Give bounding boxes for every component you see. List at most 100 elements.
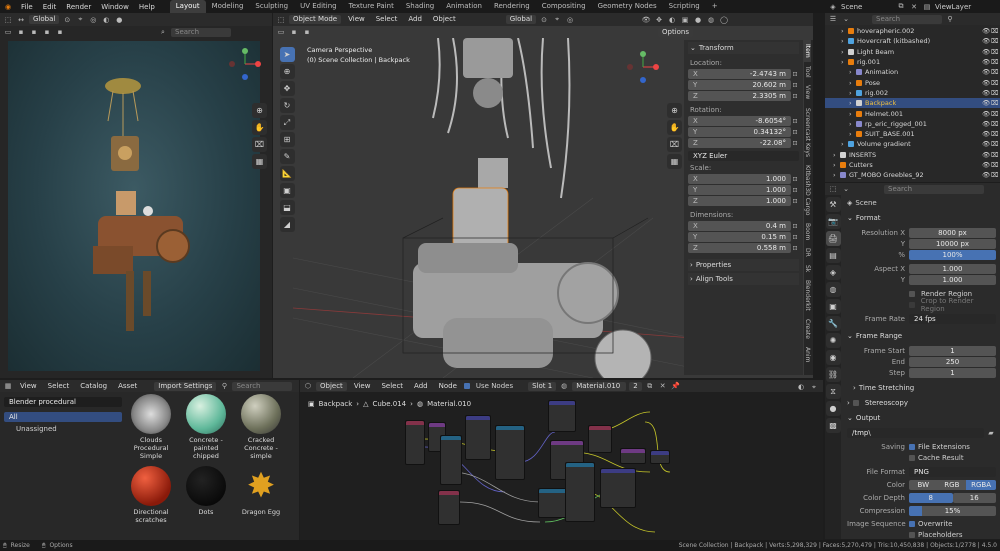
outliner-search-input[interactable]: Search (872, 14, 942, 24)
n-panel-tab[interactable]: Boom (804, 219, 811, 244)
camera-icon[interactable]: ⌧ (667, 137, 682, 152)
physics-tab-icon[interactable]: ◉ (825, 350, 841, 365)
visibility-icon[interactable]: 👁 (982, 58, 991, 66)
visibility-icon[interactable]: 👁 (982, 130, 991, 138)
tab-rendering[interactable]: Rendering (488, 0, 536, 13)
resolution-pct-field[interactable]: 100% (909, 249, 996, 260)
overlay-icon[interactable]: ◐ (667, 15, 677, 25)
dimensions-x-field[interactable]: X 0.4 m (688, 221, 791, 231)
shader-node[interactable] (650, 450, 670, 464)
snap-icon[interactable]: ⌖ (552, 15, 562, 25)
gizmo-icon[interactable]: ✥ (654, 15, 664, 25)
visibility-icon[interactable]: 👁 (982, 120, 991, 128)
tab-compositing[interactable]: Compositing (536, 0, 592, 13)
lock-icon[interactable]: ⊡ (791, 116, 799, 126)
asset-card[interactable]: Dots (181, 466, 231, 524)
snap-icon[interactable]: ⌖ (75, 15, 85, 25)
location-y-field[interactable]: Y 20.602 m (688, 80, 791, 90)
camera-icon[interactable]: ⌧ (991, 151, 1000, 159)
menu-add[interactable]: Add (404, 15, 426, 24)
solid-shading-icon[interactable]: ● (693, 15, 703, 25)
rotation-x-field[interactable]: X -8.6054° (688, 116, 791, 126)
camera-icon[interactable]: ⌧ (991, 37, 1000, 45)
lock-icon[interactable]: ⊡ (791, 196, 799, 206)
catalog-all[interactable]: All (4, 412, 122, 422)
asset-card[interactable]: Concrete - painted chipped (181, 394, 231, 460)
resolution-y-field[interactable]: 10000 px (909, 238, 996, 249)
frame-step-field[interactable]: 1 (909, 367, 996, 378)
n-panel-tab[interactable]: Screencast Keys (804, 104, 811, 161)
scale-x-field[interactable]: X 1.000 (688, 174, 791, 184)
pin-icon[interactable]: 📌 (671, 381, 681, 391)
output-tab-icon[interactable]: 🖨 (825, 231, 841, 246)
asset-card[interactable]: Clouds Procedural Simple (126, 394, 176, 460)
outliner-item[interactable]: › Animation 👁 ⌧ (825, 67, 1000, 77)
stereoscopy-header[interactable]: › Stereoscopy (847, 397, 996, 409)
filter-icon[interactable]: ⚲ (219, 381, 229, 391)
visibility-icon[interactable]: 👁 (982, 151, 991, 159)
outliner-item[interactable]: › INSERTS 👁 ⌧ (825, 150, 1000, 160)
file-format-dropdown[interactable]: PNG (909, 466, 996, 477)
lock-icon[interactable]: ⊡ (791, 138, 799, 148)
slot-dropdown[interactable]: Slot 1 (528, 381, 557, 391)
mode-icon[interactable]: ▪ (42, 27, 52, 37)
viewlayer-name[interactable]: ViewLayer (935, 3, 971, 11)
options-button[interactable]: Options (658, 27, 694, 37)
chevron-right-icon[interactable]: › (833, 161, 840, 169)
properties-search-input[interactable]: Search (884, 184, 984, 194)
frame-end-field[interactable]: 250 (909, 356, 996, 367)
lock-icon[interactable]: ⊡ (791, 185, 799, 195)
chevron-right-icon[interactable]: › (849, 99, 856, 107)
depth-16-button[interactable]: 16 (952, 492, 996, 503)
asset-card[interactable]: Directional scratches (126, 466, 176, 524)
chevron-right-icon[interactable]: › (849, 79, 856, 87)
pivot-icon[interactable]: ⊙ (539, 15, 549, 25)
rotation-z-field[interactable]: Z -22.08° (688, 138, 791, 148)
frame-start-field[interactable]: 1 (909, 345, 996, 356)
render-search-input[interactable]: Search (171, 27, 231, 37)
format-panel-header[interactable]: ⌄ Format (847, 212, 996, 224)
dimensions-y-field[interactable]: Y 0.15 m (688, 232, 791, 242)
material-users-count[interactable]: 2 (629, 381, 642, 391)
funnel-icon[interactable]: ⚲ (945, 14, 955, 24)
outliner-item[interactable]: › rig.002 👁 ⌧ (825, 88, 1000, 98)
camera-icon[interactable]: ⌧ (991, 79, 1000, 87)
tab-scripting[interactable]: Scripting (663, 0, 706, 13)
select-box-icon[interactable]: ▭ (3, 27, 13, 37)
orientation-dropdown[interactable]: Global (29, 15, 60, 24)
mode-icon[interactable]: ▪ (16, 27, 26, 37)
output-panel-header[interactable]: ⌄ Output (847, 412, 996, 424)
select-box-icon[interactable]: ▭ (276, 27, 286, 37)
outliner-item[interactable]: › Helmet.001 👁 ⌧ (825, 108, 1000, 118)
orientation-dropdown[interactable]: Global (505, 15, 537, 24)
constraints-tab-icon[interactable]: ⛓ (825, 367, 841, 382)
tab-geometry-nodes[interactable]: Geometry Nodes (592, 0, 663, 13)
scale-z-field[interactable]: Z 1.000 (688, 196, 791, 206)
camera-icon[interactable]: ⌧ (991, 161, 1000, 169)
rotation-y-field[interactable]: Y 0.34132° (688, 127, 791, 137)
visibility-icon[interactable]: 👁 (982, 27, 991, 35)
visibility-icon[interactable]: 👁 (982, 48, 991, 56)
visibility-icon[interactable]: 👁 (982, 89, 991, 97)
menu-view[interactable]: View (16, 382, 41, 391)
rendered-shading-icon[interactable]: ◯ (719, 15, 729, 25)
menu-select[interactable]: Select (377, 382, 407, 391)
camera-icon[interactable]: ⌧ (991, 27, 1000, 35)
shader-node[interactable] (600, 468, 636, 508)
chevron-right-icon[interactable]: › (833, 151, 840, 159)
lock-icon[interactable]: ⊡ (791, 127, 799, 137)
asset-card[interactable]: ✸ Dragon Egg (236, 466, 286, 524)
pan-hand-icon[interactable]: ✋ (252, 120, 267, 135)
menu-add[interactable]: Add (410, 382, 432, 391)
color-rgba-button[interactable]: RGBA (966, 479, 997, 490)
outliner-item[interactable]: › Volume gradient 👁 ⌧ (825, 139, 1000, 149)
frame-range-panel-header[interactable]: ⌄ Frame Range (847, 330, 996, 342)
cache-result-checkbox[interactable] (909, 454, 915, 461)
chevron-right-icon[interactable]: › (833, 171, 840, 179)
editor-type-icon[interactable]: ⬡ (303, 381, 313, 391)
n-panel-tab[interactable]: Anim (804, 343, 811, 366)
editor-type-icon[interactable]: ⬚ (828, 184, 838, 194)
menu-help[interactable]: Help (134, 3, 160, 11)
camera-icon[interactable]: ⌧ (991, 171, 1000, 179)
lock-icon[interactable]: ⊡ (791, 232, 799, 242)
